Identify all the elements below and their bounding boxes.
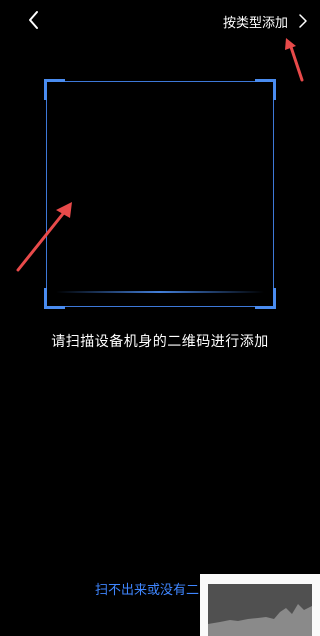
chevron-right-icon — [299, 14, 307, 28]
scan-hint-text: 请扫描设备机身的二维码进行添加 — [51, 334, 269, 350]
scan-corner-top-left — [44, 79, 65, 100]
scan-corner-top-right — [255, 79, 276, 100]
back-button[interactable] — [22, 8, 46, 32]
overlay-thumbnail — [200, 574, 320, 636]
scan-line — [56, 291, 264, 293]
annotation-arrow-top-right — [285, 38, 304, 82]
qr-scan-frame — [44, 79, 276, 309]
scan-frame-border — [46, 81, 274, 307]
chevron-left-icon — [29, 11, 38, 29]
no-qr-code-link[interactable]: 扫不出来或没有二 — [95, 579, 199, 598]
add-by-type-label: 按类型添加 — [222, 15, 288, 31]
add-by-type-button[interactable]: 按类型添加 — [223, 10, 308, 32]
waveform-graphic — [208, 604, 312, 636]
overlay-thumbnail-image — [208, 584, 312, 636]
